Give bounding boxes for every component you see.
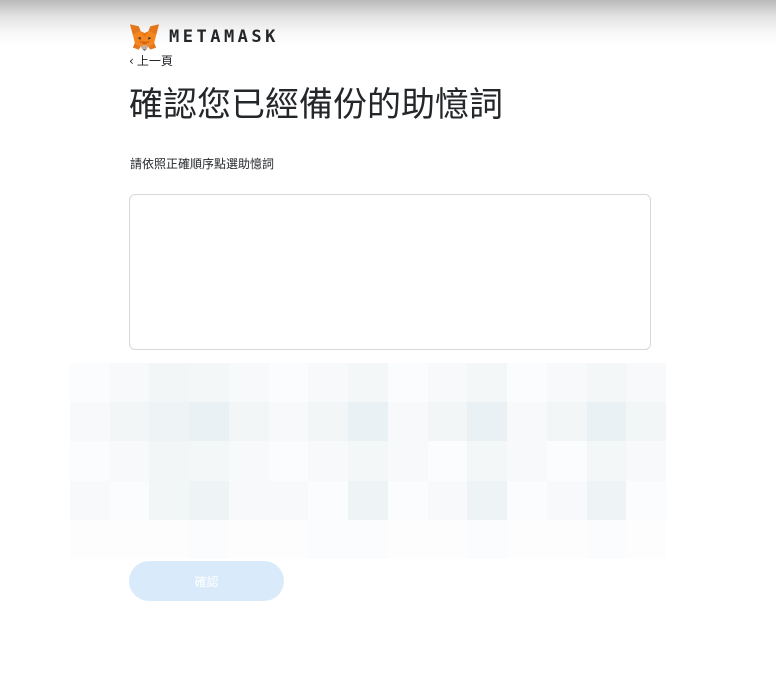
mosaic-cell bbox=[586, 519, 627, 559]
mosaic-cell bbox=[268, 480, 309, 520]
mosaic-cell bbox=[348, 441, 388, 481]
mosaic-cell bbox=[268, 363, 309, 403]
mosaic-cell bbox=[626, 519, 666, 559]
back-link[interactable]: ‹ 上一頁 bbox=[129, 52, 173, 69]
mosaic-cell bbox=[348, 519, 388, 559]
mosaic-cell bbox=[507, 363, 547, 403]
mosaic-cell bbox=[586, 480, 627, 520]
mosaic-cell bbox=[507, 441, 547, 481]
mosaic-cell bbox=[546, 480, 587, 520]
mosaic-cell bbox=[189, 519, 229, 559]
mosaic-cell bbox=[387, 519, 428, 559]
mosaic-cell bbox=[348, 402, 388, 442]
mosaic-cell bbox=[228, 441, 269, 481]
mosaic-cell bbox=[308, 363, 349, 403]
mosaic-cell bbox=[586, 441, 627, 481]
mosaic-cell bbox=[467, 402, 508, 442]
mosaic-cell bbox=[149, 480, 190, 520]
mosaic-cell bbox=[507, 480, 547, 520]
mosaic-cell bbox=[268, 519, 309, 559]
mosaic-cell bbox=[70, 402, 110, 442]
chevron-left-icon: ‹ bbox=[129, 53, 134, 68]
mosaic-cell bbox=[268, 402, 309, 442]
mosaic-cell bbox=[189, 363, 229, 403]
app-header: METAMASK bbox=[129, 22, 279, 52]
mosaic-cell bbox=[149, 519, 190, 559]
mosaic-cell bbox=[467, 441, 508, 481]
mosaic-cell bbox=[228, 363, 269, 403]
mosaic-cell bbox=[228, 480, 269, 520]
mosaic-cell bbox=[467, 363, 508, 403]
mosaic-cell bbox=[586, 363, 627, 403]
mosaic-cell bbox=[546, 441, 587, 481]
mosaic-cell bbox=[189, 480, 229, 520]
mosaic-cell bbox=[546, 519, 587, 559]
mosaic-cell bbox=[387, 441, 428, 481]
mosaic-cell bbox=[149, 363, 190, 403]
mosaic-cell bbox=[546, 363, 587, 403]
mosaic-cell bbox=[228, 402, 269, 442]
mosaic-cell bbox=[626, 441, 666, 481]
mosaic-cell bbox=[427, 519, 468, 559]
mosaic-cell bbox=[70, 519, 110, 559]
mosaic-cell bbox=[149, 402, 190, 442]
mosaic-cell bbox=[189, 402, 229, 442]
mosaic-cell bbox=[427, 480, 468, 520]
mosaic-cell bbox=[109, 519, 150, 559]
mosaic-cell bbox=[427, 441, 468, 481]
mosaic-cell bbox=[427, 402, 468, 442]
brand-wordmark: METAMASK bbox=[169, 27, 279, 47]
mosaic-cell bbox=[586, 402, 627, 442]
mosaic-cell bbox=[109, 480, 150, 520]
mosaic-cell bbox=[308, 480, 349, 520]
seed-words-blurred-area bbox=[70, 363, 666, 559]
mosaic-cell bbox=[546, 402, 587, 442]
mosaic-cell bbox=[348, 363, 388, 403]
mosaic-cell bbox=[348, 480, 388, 520]
mosaic-cell bbox=[427, 363, 468, 403]
mosaic-cell bbox=[149, 441, 190, 481]
mosaic-cell bbox=[467, 480, 508, 520]
mosaic-cell bbox=[626, 363, 666, 403]
mosaic-cell bbox=[268, 441, 309, 481]
mosaic-cell bbox=[507, 519, 547, 559]
mosaic-cell bbox=[387, 363, 428, 403]
mosaic-cell bbox=[109, 402, 150, 442]
mosaic-cell bbox=[308, 519, 349, 559]
selected-words-area[interactable] bbox=[129, 194, 651, 350]
confirm-button[interactable]: 確認 bbox=[129, 561, 284, 601]
mosaic-cell bbox=[507, 402, 547, 442]
mosaic-cell bbox=[70, 363, 110, 403]
mosaic-cell bbox=[308, 402, 349, 442]
page-title: 確認您已經備份的助憶詞 bbox=[129, 85, 503, 125]
mosaic-cell bbox=[387, 402, 428, 442]
back-link-label: 上一頁 bbox=[136, 54, 173, 68]
instruction-text: 請依照正確順序點選助憶詞 bbox=[130, 157, 275, 171]
mosaic-cell bbox=[70, 441, 110, 481]
mosaic-cell bbox=[308, 441, 349, 481]
mosaic-cell bbox=[189, 441, 229, 481]
metamask-fox-icon bbox=[129, 24, 160, 51]
mosaic-cell bbox=[387, 480, 428, 520]
mosaic-cell bbox=[626, 480, 666, 520]
top-shade bbox=[0, 0, 776, 46]
mosaic-cell bbox=[467, 519, 508, 559]
mosaic-cell bbox=[109, 363, 150, 403]
mosaic-cell bbox=[70, 480, 110, 520]
mosaic-cell bbox=[626, 402, 666, 442]
metamask-confirm-seed-page: METAMASK ‹ 上一頁 確認您已經備份的助憶詞 請依照正確順序點選助憶詞 … bbox=[0, 0, 776, 676]
mosaic-cell bbox=[228, 519, 269, 559]
mosaic-cell bbox=[109, 441, 150, 481]
